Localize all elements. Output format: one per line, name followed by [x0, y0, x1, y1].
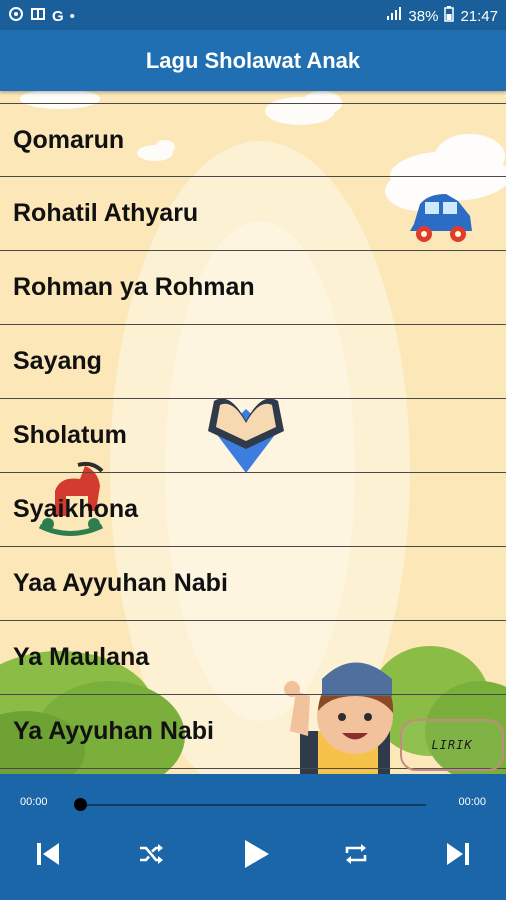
skip-next-button[interactable]: [436, 832, 480, 876]
song-title: Rohatil Athyaru: [13, 199, 199, 227]
song-title: Sholatum: [13, 421, 127, 449]
skip-previous-icon: [37, 843, 59, 865]
quran-icon: [30, 6, 46, 26]
status-bar: G • 38% 21:47: [0, 0, 506, 30]
song-list-area[interactable]: Qomarun Rohatil Athyaru Rohman ya Rohman…: [0, 91, 506, 774]
song-list: Qomarun Rohatil Athyaru Rohman ya Rohman…: [0, 103, 506, 769]
signal-icon: [386, 7, 402, 25]
lyrics-button[interactable]: LIRIK: [400, 719, 504, 771]
seek-thumb[interactable]: [74, 798, 87, 811]
skip-previous-button[interactable]: [26, 832, 70, 876]
song-title: Rohman ya Rohman: [13, 273, 255, 301]
song-title: Syaikhona: [13, 495, 139, 523]
list-item[interactable]: Sayang: [0, 325, 506, 399]
song-title: Qomarun: [13, 125, 125, 154]
status-left: G •: [8, 6, 75, 26]
shuffle-button[interactable]: [129, 832, 173, 876]
list-item[interactable]: Yaa Ayyuhan Nabi: [0, 547, 506, 621]
current-time: 00:00: [20, 796, 48, 808]
shuffle-icon: [140, 844, 163, 864]
list-item[interactable]: Qomarun: [0, 103, 506, 177]
list-item[interactable]: Ya Maulana: [0, 621, 506, 695]
song-title: Ya Maulana: [13, 643, 150, 671]
status-right: 38% 21:47: [386, 6, 498, 26]
song-title: Ya Ayyuhan Nabi: [13, 717, 214, 745]
media-player: 00:00 00:00: [0, 774, 506, 900]
app-bar: Lagu Sholawat Anak: [0, 30, 506, 91]
battery-icon: [444, 6, 455, 26]
battery-percent: 38%: [408, 7, 439, 25]
list-item[interactable]: Rohman ya Rohman: [0, 251, 506, 325]
status-time: 21:47: [460, 7, 498, 25]
dot-icon: •: [69, 7, 75, 25]
total-time: 00:00: [458, 796, 486, 808]
repeat-button[interactable]: [334, 832, 378, 876]
skip-next-icon: [447, 843, 469, 865]
play-icon: [245, 840, 269, 868]
google-icon: G: [52, 7, 64, 25]
list-item[interactable]: Syaikhona: [0, 473, 506, 547]
list-item[interactable]: Rohatil Athyaru: [0, 177, 506, 251]
settings-icon: [8, 6, 24, 26]
repeat-icon: [345, 844, 367, 864]
song-title: Yaa Ayyuhan Nabi: [13, 569, 228, 597]
song-title: Sayang: [13, 347, 102, 375]
play-button[interactable]: [234, 832, 278, 876]
list-item[interactable]: Sholatum: [0, 399, 506, 473]
page-title: Lagu Sholawat Anak: [145, 47, 361, 73]
seek-bar[interactable]: [80, 804, 426, 806]
